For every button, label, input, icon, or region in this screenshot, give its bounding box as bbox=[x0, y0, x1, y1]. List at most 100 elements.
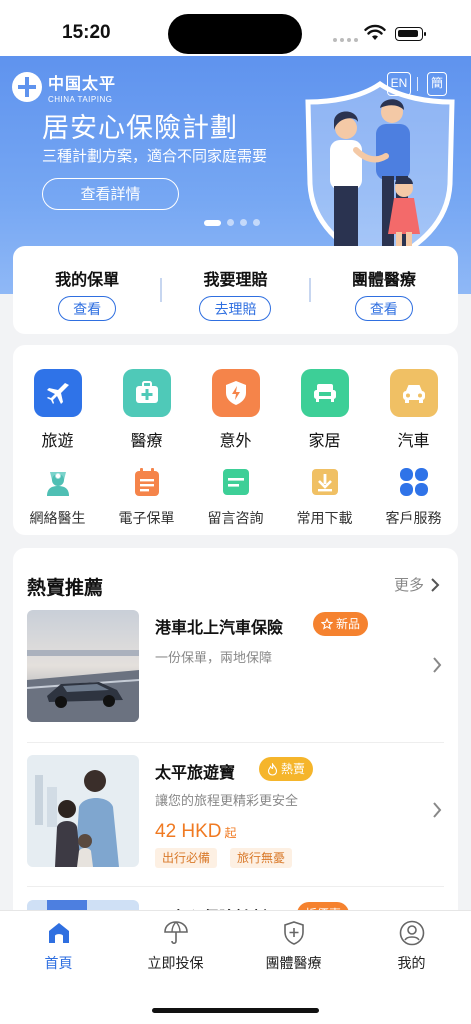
chevron-right-icon[interactable] bbox=[432, 801, 442, 819]
category-car[interactable]: 汽車 bbox=[369, 369, 458, 451]
home-indicator[interactable] bbox=[152, 1008, 319, 1013]
service-e-policy[interactable]: 電子保單 bbox=[102, 465, 191, 528]
price-value: 42 HKD bbox=[155, 821, 222, 842]
customer-service-icon bbox=[397, 465, 431, 499]
chevron-right-icon bbox=[431, 577, 440, 592]
tab-buy-insurance[interactable]: 立即投保 bbox=[117, 919, 234, 973]
category-medical[interactable]: 醫療 bbox=[102, 369, 191, 451]
carousel-dot[interactable] bbox=[240, 219, 247, 226]
category-label: 家居 bbox=[308, 433, 341, 450]
shield-plus-icon bbox=[283, 921, 304, 945]
status-bar: 15:20 bbox=[0, 0, 471, 56]
service-label: 常用下載 bbox=[296, 510, 353, 526]
family-shield-illustration bbox=[305, 80, 455, 267]
banner-subtitle: 三種計劃方案，適合不同家庭需要 bbox=[42, 148, 268, 165]
view-details-button[interactable]: 查看詳情 bbox=[42, 178, 179, 210]
product-desc: 讓您的旅程更精彩更安全 bbox=[155, 793, 299, 808]
quick-claim[interactable]: 我要理賠 去理賠 bbox=[161, 246, 309, 334]
product-image-car bbox=[27, 610, 139, 722]
medical-kit-icon bbox=[122, 369, 171, 417]
carousel-dot[interactable] bbox=[253, 219, 260, 226]
car-icon bbox=[389, 369, 438, 417]
banner-title: 居安心保險計劃 bbox=[42, 113, 238, 143]
dynamic-island bbox=[168, 14, 302, 54]
user-icon bbox=[399, 920, 424, 946]
service-label: 電子保單 bbox=[118, 510, 175, 526]
logo-mark-icon bbox=[12, 72, 42, 102]
service-label: 網絡醫生 bbox=[29, 510, 86, 526]
more-label: 更多 bbox=[393, 577, 424, 594]
service-download[interactable]: 常用下載 bbox=[280, 465, 369, 528]
category-label: 旅遊 bbox=[41, 433, 74, 450]
message-icon bbox=[219, 465, 253, 499]
tab-label: 首頁 bbox=[44, 955, 73, 971]
hot-recommendations: 熱賣推薦 更多 港車北上汽車保險 新品 一份保單，兩地保障 太平旅遊寶 熱賣 讓… bbox=[13, 548, 458, 968]
shield-bolt-icon bbox=[211, 369, 260, 417]
carousel-dot[interactable] bbox=[227, 219, 234, 226]
view-group-medical-button[interactable]: 查看 bbox=[354, 296, 413, 321]
home-icon bbox=[48, 923, 69, 943]
product-image-travel bbox=[27, 755, 139, 867]
divider bbox=[27, 886, 444, 887]
service-customer[interactable]: 客戶服務 bbox=[369, 465, 458, 528]
chevron-right-icon[interactable] bbox=[432, 656, 442, 674]
logo-cn-text: 中国太平 bbox=[48, 76, 117, 93]
carousel-indicator[interactable] bbox=[204, 219, 260, 226]
airplane-icon bbox=[33, 369, 82, 417]
service-label: 客戶服務 bbox=[385, 510, 442, 526]
e-policy-icon bbox=[130, 465, 164, 499]
logo-en-text: CHINA TAIPING bbox=[48, 95, 113, 104]
quick-label: 團體醫療 bbox=[351, 272, 416, 289]
section-title: 熱賣推薦 bbox=[27, 578, 104, 599]
quick-divider bbox=[160, 278, 162, 302]
status-time: 15:20 bbox=[62, 22, 111, 43]
sofa-icon bbox=[300, 369, 349, 417]
quick-label: 我的保單 bbox=[55, 272, 120, 289]
star-icon bbox=[321, 618, 333, 630]
view-policy-button[interactable]: 查看 bbox=[58, 296, 117, 321]
quick-my-policy[interactable]: 我的保單 查看 bbox=[13, 246, 161, 334]
product-chip: 出行必備 bbox=[155, 848, 218, 868]
price-unit: 起 bbox=[224, 826, 237, 840]
product-card[interactable]: 太平旅遊寶 熱賣 讓您的旅程更精彩更安全 42 HKD 起 出行必備 旅行無憂 bbox=[27, 755, 444, 873]
tab-label: 團體醫療 bbox=[265, 955, 322, 971]
tab-label: 立即投保 bbox=[147, 955, 204, 971]
brand-logo: 中国太平 CHINA TAIPING bbox=[12, 70, 116, 104]
product-tag-label: 新品 bbox=[336, 617, 361, 631]
product-tag: 新品 bbox=[313, 612, 369, 636]
service-label: 留言咨詢 bbox=[207, 510, 264, 526]
product-name: 太平旅遊寶 bbox=[155, 765, 236, 782]
category-home[interactable]: 家居 bbox=[280, 369, 369, 451]
more-link[interactable]: 更多 bbox=[394, 574, 440, 595]
bottom-tab-bar: 首頁 立即投保 團體醫療 我的 bbox=[0, 910, 471, 1024]
tab-group-medical[interactable]: 團體醫療 bbox=[235, 919, 352, 973]
product-card[interactable]: 港車北上汽車保險 新品 一份保單，兩地保障 bbox=[27, 610, 444, 728]
battery-icon bbox=[395, 27, 426, 41]
tab-profile[interactable]: 我的 bbox=[353, 919, 470, 973]
quick-group-medical[interactable]: 團體醫療 查看 bbox=[310, 246, 458, 334]
flame-icon bbox=[267, 762, 278, 776]
product-chip: 旅行無憂 bbox=[230, 848, 293, 868]
category-accident[interactable]: 意外 bbox=[191, 369, 280, 451]
category-grid: 旅遊 醫療 意外 家居 汽車 網絡醫生 電子保單 留言咨詢 常用下載 客戶服務 bbox=[13, 345, 458, 535]
tab-label: 我的 bbox=[397, 955, 426, 971]
quick-label: 我要理賠 bbox=[203, 272, 268, 289]
product-tag-label: 熱賣 bbox=[281, 762, 306, 776]
quick-actions-card: 我的保單 查看 我要理賠 去理賠 團體醫療 查看 bbox=[13, 246, 458, 334]
product-price: 42 HKD 起 bbox=[155, 821, 237, 843]
service-online-doctor[interactable]: 網絡醫生 bbox=[13, 465, 102, 528]
tab-home[interactable]: 首頁 bbox=[0, 919, 117, 973]
category-label: 汽車 bbox=[397, 433, 430, 450]
umbrella-icon bbox=[163, 921, 188, 945]
category-label: 醫療 bbox=[130, 433, 163, 450]
quick-divider bbox=[309, 278, 311, 302]
category-label: 意外 bbox=[219, 433, 252, 450]
go-claim-button[interactable]: 去理賠 bbox=[199, 296, 272, 321]
product-desc: 一份保單，兩地保障 bbox=[155, 650, 273, 665]
carousel-dot-active[interactable] bbox=[204, 219, 221, 226]
category-travel[interactable]: 旅遊 bbox=[13, 369, 102, 451]
divider bbox=[27, 742, 444, 743]
signal-icon bbox=[333, 38, 358, 42]
service-message[interactable]: 留言咨詢 bbox=[191, 465, 280, 528]
wifi-icon bbox=[364, 24, 386, 40]
